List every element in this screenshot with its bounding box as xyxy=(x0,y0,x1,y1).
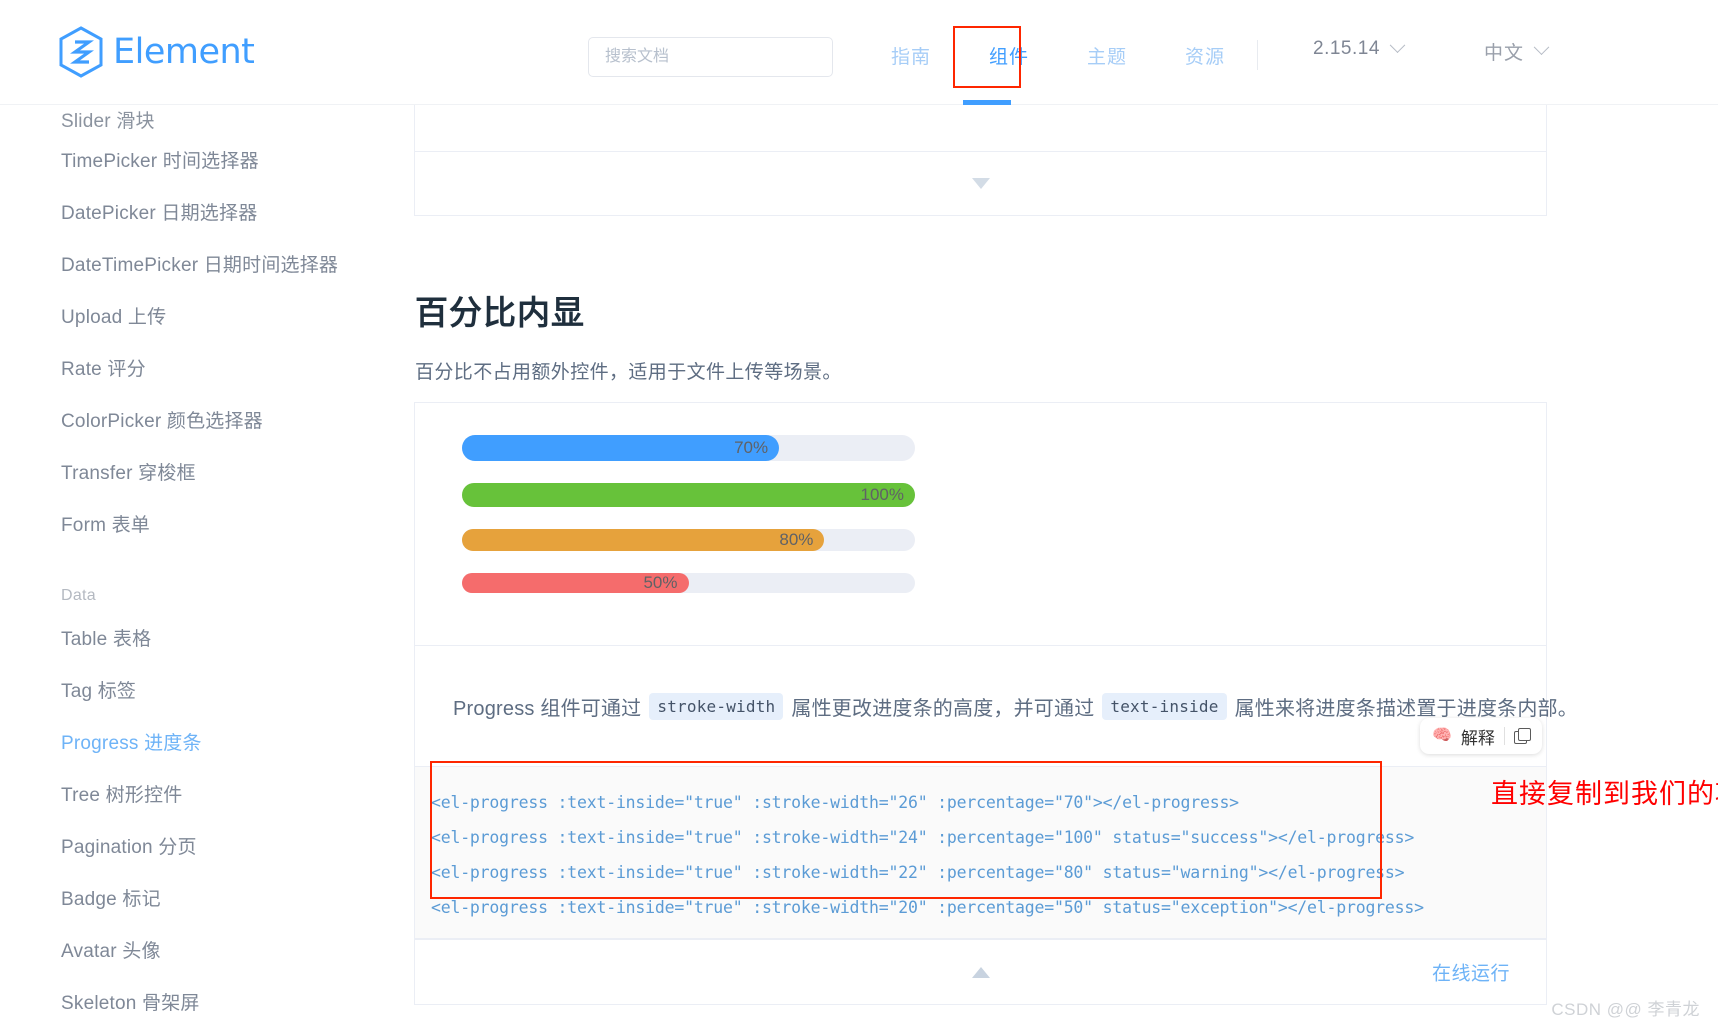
sidebar-item-skeleton[interactable]: Skeleton 骨架屏 xyxy=(0,975,414,1027)
sidebar-item-datetimepicker[interactable]: DateTimePicker 日期时间选择器 xyxy=(0,237,414,289)
sidebar-item-form[interactable]: Form 表单 xyxy=(0,497,414,549)
note-part-2: 属性更改进度条的高度，并可通过 xyxy=(791,697,1095,720)
sidebar-group-data: Data xyxy=(61,587,96,604)
sidebar-item-tag[interactable]: Tag 标签 xyxy=(0,663,414,715)
code-line: <el-progress :text-inside="true" :stroke… xyxy=(431,828,1415,847)
annotation-text: 直接复制到我们的项目中 xyxy=(1491,779,1718,809)
progress-track-70: 70% xyxy=(462,435,915,461)
sidebar-item-progress[interactable]: Progress 进度条 xyxy=(0,715,414,767)
progress-label: 50% xyxy=(643,573,678,592)
sidebar-item-rate[interactable]: Rate 评分 xyxy=(0,341,414,393)
sidebar-item-transfer[interactable]: Transfer 穿梭框 xyxy=(0,445,414,497)
progress-fill-50: 50% xyxy=(462,573,689,593)
nav-divider xyxy=(1257,40,1258,70)
note-part-1: Progress 组件可通过 xyxy=(453,697,642,720)
language-label: 中文 xyxy=(1484,43,1525,64)
brain-icon: 🧠 xyxy=(1432,727,1452,744)
chevron-up-icon xyxy=(971,966,990,978)
progress-fill-70: 70% xyxy=(462,435,780,461)
progress-bar-list: 70% 100% 80% 50% xyxy=(462,435,915,615)
watermark: CSDN @@ 李青龙 xyxy=(1551,1000,1700,1019)
version-label: 2.15.14 xyxy=(1313,38,1380,59)
nav-item-components[interactable]: 组件 xyxy=(960,38,1058,78)
progress-row: 80% xyxy=(462,529,915,551)
code-line: <el-progress :text-inside="true" :stroke… xyxy=(431,793,1239,812)
nav-item-theme[interactable]: 主题 xyxy=(1058,38,1156,78)
brand-logo[interactable]: Element xyxy=(58,26,255,78)
search-input[interactable] xyxy=(588,37,833,77)
page-description: 百分比不占用额外控件，适用于文件上传等场景。 xyxy=(415,362,842,383)
button-divider xyxy=(1503,727,1505,745)
inline-code-stroke-width: stroke-width xyxy=(649,692,784,720)
progress-track-100: 100% xyxy=(462,483,915,507)
component-note-block: Progress 组件可通过 stroke-width 属性更改进度条的高度，并… xyxy=(414,645,1578,767)
sidebar-item-colorpicker[interactable]: ColorPicker 颜色选择器 xyxy=(0,393,414,445)
code-line: <el-progress :text-inside="true" :stroke… xyxy=(431,863,1405,882)
sidebar-item-slider[interactable]: Slider 滑块 xyxy=(0,105,414,133)
progress-demo-block: 70% 100% 80% 50% xyxy=(414,402,1547,645)
version-selector[interactable]: 2.15.14 xyxy=(1313,36,1406,60)
progress-row: 100% xyxy=(462,483,915,507)
sidebar-item-table[interactable]: Table 表格 xyxy=(0,611,414,663)
sidebar-item-upload[interactable]: Upload 上传 xyxy=(0,289,414,341)
previous-demo-expand-control[interactable] xyxy=(414,152,1547,216)
sidebar-item-avatar[interactable]: Avatar 头像 xyxy=(0,923,414,975)
progress-track-80: 80% xyxy=(462,529,915,551)
sidebar-nav[interactable]: Slider 滑块 TimePicker 时间选择器 DatePicker 日期… xyxy=(0,105,414,1034)
nav-item-resources[interactable]: 资源 xyxy=(1156,38,1254,78)
element-logo-icon xyxy=(59,26,103,78)
sidebar-item-timepicker[interactable]: TimePicker 时间选择器 xyxy=(0,133,414,185)
page-title: 百分比内显 xyxy=(415,294,585,331)
chevron-down-icon xyxy=(1389,36,1406,53)
chevron-down-icon xyxy=(971,178,990,189)
progress-row: 70% xyxy=(462,435,915,461)
sidebar-item-badge[interactable]: Badge 标记 xyxy=(0,871,414,923)
explain-button[interactable]: 🧠 解释 xyxy=(1420,718,1542,754)
run-online-link[interactable]: 在线运行 xyxy=(1432,959,1510,986)
progress-label: 100% xyxy=(860,485,904,504)
previous-demo-block xyxy=(414,105,1547,152)
chevron-down-icon xyxy=(1533,39,1550,56)
explain-label: 解释 xyxy=(1460,728,1495,748)
progress-label: 70% xyxy=(734,438,769,457)
main-content: 百分比内显 百分比不占用额外控件，适用于文件上传等场景。 70% 100% 80… xyxy=(414,105,1718,1034)
progress-row: 50% xyxy=(462,573,915,593)
sidebar-item-pagination[interactable]: Pagination 分页 xyxy=(0,819,414,871)
progress-label: 80% xyxy=(779,530,814,549)
inline-code-text-inside: text-inside xyxy=(1102,692,1227,720)
progress-track-50: 50% xyxy=(462,573,915,593)
page-root: Element 指南 组件 主题 资源 2.15.14 中文 Slider 滑块… xyxy=(0,0,1718,1034)
sidebar-item-tree[interactable]: Tree 树形控件 xyxy=(0,767,414,819)
note-part-3: 属性来将进度条描述置于进度条内部。 xyxy=(1234,697,1578,720)
main-nav: 指南 组件 主题 资源 xyxy=(862,38,1254,78)
copy-icon[interactable] xyxy=(1513,728,1531,744)
nav-item-guide[interactable]: 指南 xyxy=(862,38,960,78)
sidebar-item-datepicker[interactable]: DatePicker 日期选择器 xyxy=(0,185,414,237)
progress-fill-100: 100% xyxy=(462,483,915,507)
site-header: Element 指南 组件 主题 资源 2.15.14 中文 xyxy=(0,0,1718,105)
language-selector[interactable]: 中文 xyxy=(1484,38,1550,65)
brand-name: Element xyxy=(113,32,255,72)
progress-fill-80: 80% xyxy=(462,529,825,551)
component-note-text: Progress 组件可通过 stroke-width 属性更改进度条的高度，并… xyxy=(415,692,1578,721)
demo-collapse-control[interactable]: 在线运行 xyxy=(414,939,1547,1005)
code-snippet-block[interactable]: <el-progress :text-inside="true" :stroke… xyxy=(414,767,1547,939)
code-line: <el-progress :text-inside="true" :stroke… xyxy=(431,898,1424,917)
